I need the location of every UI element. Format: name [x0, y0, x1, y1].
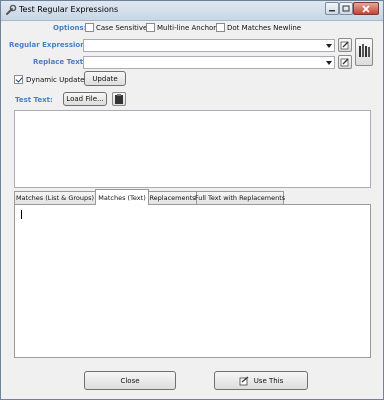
- case-sensitive-checkbox[interactable]: [85, 23, 94, 32]
- pencil-icon: [340, 41, 349, 50]
- maximize-button[interactable]: [339, 2, 353, 15]
- window-title: Test Regular Expressions: [19, 5, 119, 14]
- pencil-icon: [340, 58, 349, 67]
- edit-regex-button[interactable]: [338, 38, 352, 52]
- tab-full-text-replacements[interactable]: Full Text with Replacements: [195, 191, 285, 204]
- edit-replace-button[interactable]: [338, 55, 352, 69]
- minimize-button[interactable]: [325, 2, 339, 15]
- use-this-button-label: Use This: [253, 376, 284, 385]
- dot-matches-newline-checkbox[interactable]: [216, 23, 225, 32]
- tab-matches-text[interactable]: Matches (Text): [95, 189, 149, 205]
- multiline-anchors-label: Multi-line Anchors: [157, 24, 220, 32]
- regex-label: Regular Expression:: [9, 41, 88, 49]
- replace-label: Replace Text:: [33, 58, 86, 66]
- regex-test-dialog: Test Regular Expressions Options: Case S…: [0, 0, 384, 400]
- chevron-down-icon[interactable]: [326, 61, 332, 65]
- use-icon: [239, 376, 249, 385]
- wrench-icon: [6, 4, 17, 15]
- test-text-area[interactable]: [14, 110, 371, 188]
- case-sensitive-label: Case Sensitive: [96, 24, 148, 32]
- close-icon: [362, 4, 370, 13]
- regex-combobox[interactable]: [83, 39, 335, 52]
- dynamic-update-label: Dynamic Update: [26, 76, 85, 84]
- maximize-icon: [342, 5, 350, 12]
- dot-matches-newline-label: Dot Matches Newline: [227, 24, 302, 32]
- load-file-button[interactable]: Load File...: [63, 92, 107, 106]
- tab-matches-list-groups[interactable]: Matches (List & Groups): [14, 191, 96, 204]
- title-bar: Test Regular Expressions: [1, 1, 383, 21]
- test-text-label: Test Text:: [15, 96, 53, 104]
- books-icon: [359, 44, 370, 57]
- text-cursor: [21, 210, 22, 219]
- close-button-label: Close: [120, 376, 140, 385]
- chevron-down-icon[interactable]: [326, 44, 332, 48]
- replace-combobox[interactable]: [83, 56, 335, 69]
- minimize-icon: [329, 9, 335, 11]
- matches-text-panel[interactable]: [14, 204, 371, 358]
- regex-library-button[interactable]: [355, 38, 373, 66]
- close-window-button[interactable]: [353, 2, 379, 15]
- close-button[interactable]: Close: [84, 371, 176, 390]
- options-label: Options:: [53, 24, 87, 32]
- use-this-button[interactable]: Use This: [214, 371, 308, 390]
- tab-replacements[interactable]: Replacements: [148, 191, 197, 204]
- dynamic-update-checkbox[interactable]: [14, 75, 23, 84]
- clipboard-icon: [115, 94, 123, 104]
- clipboard-button[interactable]: [112, 92, 126, 106]
- update-button[interactable]: Update: [84, 71, 126, 86]
- multiline-anchors-checkbox[interactable]: [146, 23, 155, 32]
